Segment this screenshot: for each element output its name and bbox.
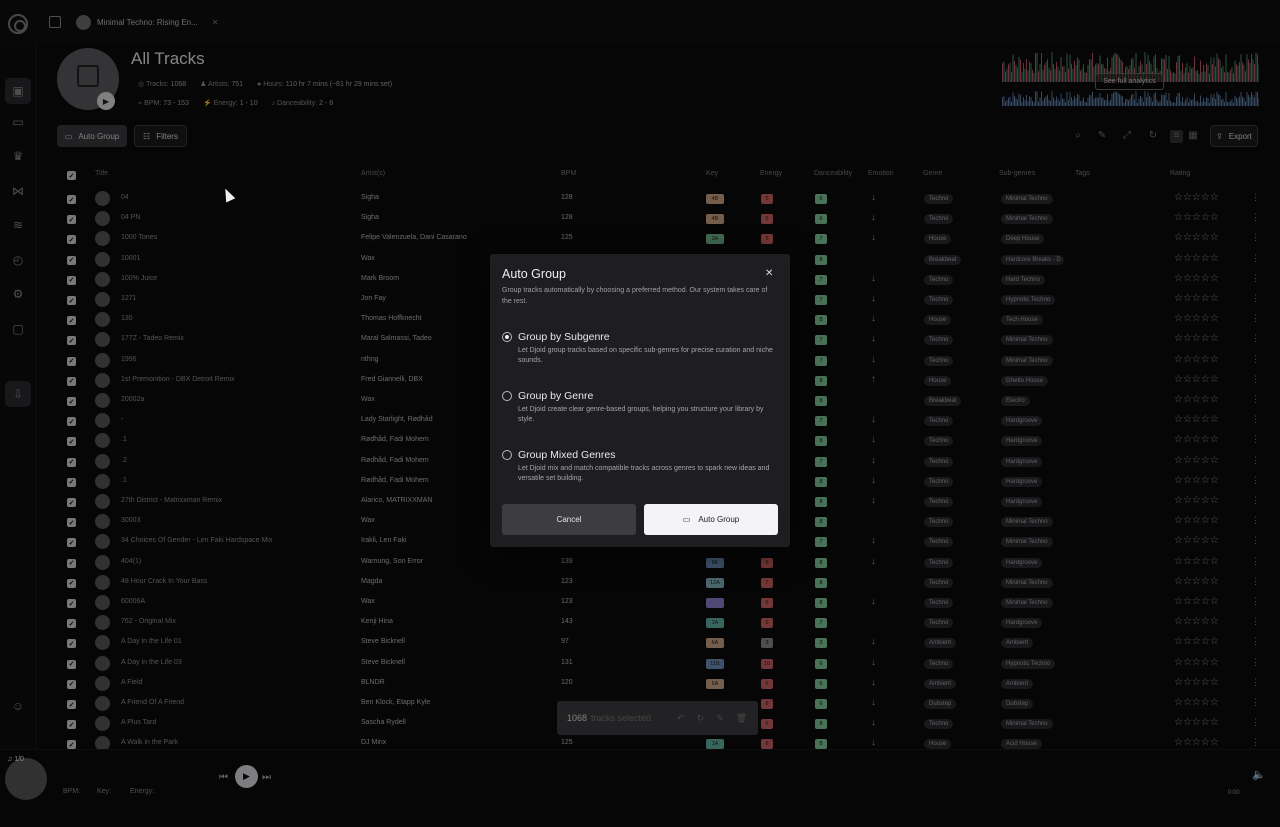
option-description: Let Djoid mix and match compatible track… xyxy=(518,465,770,482)
folder-icon: ▭ xyxy=(682,515,691,524)
confirm-label: Auto Group xyxy=(698,515,740,524)
radio-genre[interactable] xyxy=(502,391,512,401)
option-description: Let Djoid create clear genre-based group… xyxy=(518,406,764,423)
option-label: Group Mixed Genres xyxy=(518,449,616,461)
option-label: Group by Genre xyxy=(518,390,594,402)
option-description: Let Djoid group tracks based on specific… xyxy=(518,347,773,364)
cancel-button[interactable]: Cancel xyxy=(502,504,636,535)
auto-group-modal: Auto Group ✕ Group tracks automatically … xyxy=(490,254,790,547)
option-label: Group by Subgenre xyxy=(518,331,610,343)
app-window: Minimal Techno: Rising En... ✕ ▣ ▭ ♛ ⋈ ≋… xyxy=(0,0,1280,827)
modal-title: Auto Group xyxy=(502,267,566,281)
modal-description: Group tracks automatically by choosing a… xyxy=(502,287,768,305)
radio-subgenre[interactable] xyxy=(502,332,512,342)
radio-mixed[interactable] xyxy=(502,450,512,460)
close-icon[interactable]: ✕ xyxy=(765,268,773,279)
auto-group-confirm-button[interactable]: ▭ Auto Group xyxy=(644,504,778,535)
